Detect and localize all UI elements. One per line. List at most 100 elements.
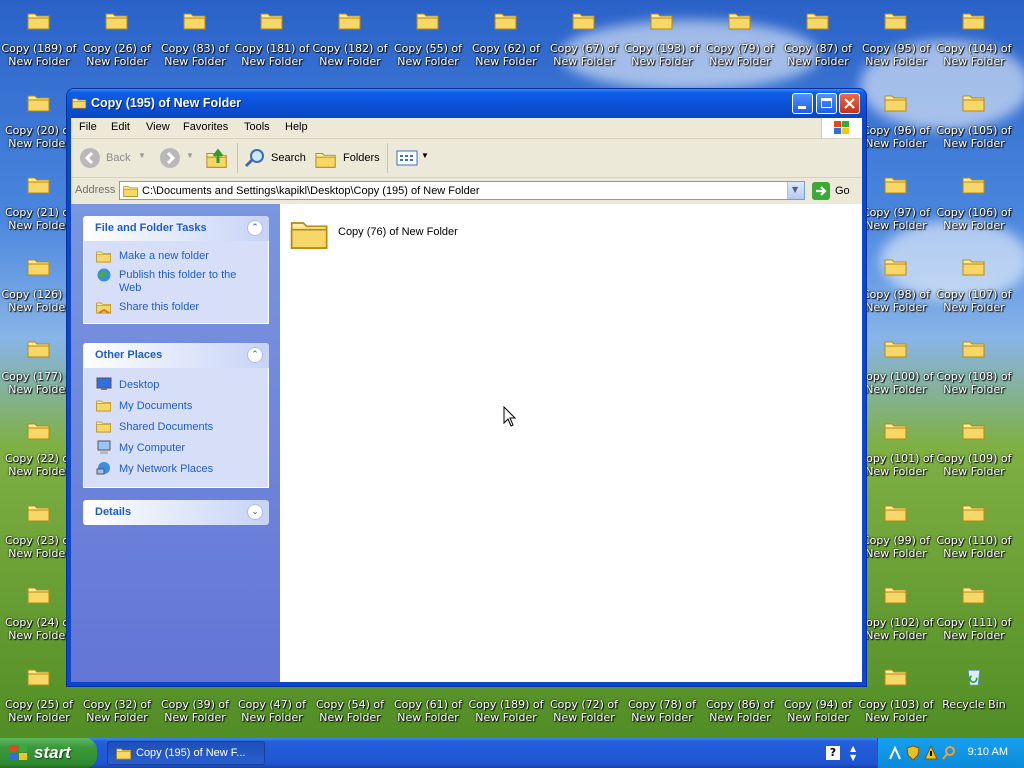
desktop-icon[interactable]: Copy (55) of New Folder — [389, 4, 467, 84]
my-computer-link[interactable]: My Computer — [84, 438, 268, 459]
menu-tools[interactable]: Tools — [244, 121, 270, 133]
desktop-icon[interactable]: Copy (109) of New Folder — [935, 414, 1013, 494]
back-button[interactable]: Back ▼ — [79, 147, 146, 169]
folder-icon — [116, 748, 132, 760]
desktop-link[interactable]: Desktop — [84, 375, 268, 396]
warning-icon[interactable] — [924, 745, 938, 761]
up-folder-button[interactable] — [206, 147, 230, 169]
share-folder-link[interactable]: Share this folder — [84, 298, 268, 317]
desktop-icon[interactable]: Copy (87) of New Folder — [779, 4, 857, 84]
folder-icon — [962, 502, 986, 522]
desktop-icon[interactable]: Copy (96) of New Folder — [857, 86, 935, 166]
folder-icon — [962, 92, 986, 112]
folder-item-label[interactable]: Copy (76) of New Folder — [338, 226, 458, 238]
desktop-icon[interactable]: Copy (101) of New Folder — [857, 414, 935, 494]
folder-content[interactable]: Copy (76) of New Folder — [280, 204, 862, 682]
address-dropdown-button[interactable]: ▼ — [787, 182, 804, 199]
window-title: Copy (195) of New Folder — [91, 96, 242, 110]
panel-header[interactable]: Other Places ⌃ — [83, 343, 269, 368]
folder-icon — [806, 10, 830, 30]
views-button[interactable]: ▼ — [395, 147, 429, 169]
minimize-button[interactable] — [792, 93, 813, 114]
panel-header[interactable]: File and Folder Tasks ⌃ — [83, 216, 269, 241]
desktop-icon[interactable]: Copy (26) of New Folder — [78, 4, 156, 84]
desktop-icon[interactable]: Copy (83) of New Folder — [156, 4, 234, 84]
desktop-icon[interactable]: Copy (105) of New Folder — [935, 86, 1013, 166]
shield-icon[interactable] — [906, 745, 920, 761]
publish-web-link[interactable]: Publish this folder to the Web — [84, 266, 268, 298]
folder-icon — [27, 666, 51, 686]
start-button[interactable]: start — [0, 738, 97, 768]
folder-icon — [27, 584, 51, 604]
collapse-icon[interactable]: ⌃ — [247, 347, 263, 363]
desktop-icon[interactable]: Copy (97) of New Folder — [857, 168, 935, 248]
desktop-icon[interactable]: Copy (111) of New Folder — [935, 578, 1013, 658]
network-icon — [96, 462, 110, 475]
folder-icon — [962, 174, 986, 194]
shared-documents-link[interactable]: Shared Documents — [84, 417, 268, 438]
folders-button[interactable]: Folders — [315, 147, 381, 169]
close-icon — [844, 98, 855, 109]
desktop-icon[interactable]: Copy (106) of New Folder — [935, 168, 1013, 248]
task-pane: File and Folder Tasks ⌃ Make a new folde… — [71, 204, 280, 682]
forward-button[interactable]: ▼ — [159, 147, 195, 169]
desktop-icon[interactable]: Copy (107) of New Folder — [935, 250, 1013, 330]
desktop-icon[interactable]: Copy (95) of New Folder — [857, 4, 935, 84]
menu-edit[interactable]: Edit — [111, 121, 130, 133]
folder-icon — [27, 502, 51, 522]
expand-tray-icon[interactable]: ▲ ▼ — [850, 744, 856, 762]
menu-help[interactable]: Help — [285, 121, 308, 133]
menu-favorites[interactable]: Favorites — [183, 121, 228, 133]
folder-icon — [72, 96, 87, 109]
close-button[interactable] — [839, 93, 860, 114]
title-bar[interactable]: Copy (195) of New Folder — [67, 89, 866, 118]
desktop-icon[interactable]: Copy (110) of New Folder — [935, 496, 1013, 576]
desktop-icon[interactable]: Copy (193) of New Folder — [623, 4, 701, 84]
menu-view[interactable]: View — [146, 121, 170, 133]
desktop-icon-label: Copy (96) of New Folder — [861, 124, 931, 150]
globe-icon — [97, 268, 111, 282]
desktop-icon[interactable]: Copy (104) of New Folder — [935, 4, 1013, 84]
help-icon[interactable]: ? — [826, 746, 840, 760]
maximize-button[interactable] — [816, 93, 837, 114]
make-new-folder-link[interactable]: Make a new folder — [84, 247, 268, 266]
my-documents-link[interactable]: My Documents — [84, 396, 268, 417]
desktop-icon-label: Copy (97) of New Folder — [861, 206, 931, 232]
collapse-icon[interactable]: ⌃ — [247, 220, 263, 236]
desktop-icon-label: Copy (54) of New Folder — [315, 698, 385, 724]
address-input[interactable]: C:\Documents and Settings\kapikl\Desktop… — [119, 181, 805, 200]
address-label: Address — [75, 184, 116, 196]
other-places-panel: Other Places ⌃ Desktop My Documents Shar… — [83, 343, 269, 488]
desktop-icon[interactable]: Copy (102) of New Folder — [857, 578, 935, 658]
network-tray-icon[interactable] — [888, 745, 902, 761]
desktop-icon[interactable]: Copy (100) of New Folder — [857, 332, 935, 412]
go-button[interactable]: Go — [812, 182, 850, 200]
folder-icon[interactable] — [290, 214, 330, 252]
taskbar-window-button[interactable]: Copy (195) of New F... — [107, 741, 265, 765]
search-tray-icon[interactable] — [942, 745, 956, 761]
folder-icon — [27, 174, 51, 194]
menu-bar: File Edit View Favorites Tools Help — [71, 118, 862, 139]
desktop-icon[interactable]: Copy (79) of New Folder — [701, 4, 779, 84]
desktop-icon[interactable]: Copy (189) of New Folder — [0, 4, 78, 84]
desktop-icon[interactable]: Copy (182) of New Folder — [311, 4, 389, 84]
recycle-bin[interactable]: Recycle Bin — [935, 660, 1013, 740]
new-folder-icon — [96, 251, 112, 263]
folder-icon — [884, 92, 908, 112]
desktop-icon[interactable]: Copy (108) of New Folder — [935, 332, 1013, 412]
desktop-icon[interactable]: Copy (99) of New Folder — [857, 496, 935, 576]
menu-file[interactable]: File — [79, 121, 97, 133]
desktop-icon[interactable]: Copy (62) of New Folder — [467, 4, 545, 84]
desktop-icon-label: Copy (101) of New Folder — [858, 452, 934, 478]
desktop-icon-label: Copy (26) of New Folder — [82, 42, 152, 68]
desktop-icon[interactable]: Copy (67) of New Folder — [545, 4, 623, 84]
desktop-icon[interactable]: Copy (98) of New Folder — [857, 250, 935, 330]
panel-header[interactable]: Details ⌄ — [83, 500, 269, 525]
desktop-icon[interactable]: Copy (181) of New Folder — [233, 4, 311, 84]
expand-icon[interactable]: ⌄ — [247, 504, 263, 520]
desktop-icon[interactable]: Copy (103) of New Folder — [857, 660, 935, 740]
file-folder-tasks-panel: File and Folder Tasks ⌃ Make a new folde… — [83, 216, 269, 324]
clock[interactable]: 9:10 AM — [968, 746, 1008, 758]
search-button[interactable]: Search — [243, 147, 309, 169]
my-network-places-link[interactable]: My Network Places — [84, 459, 268, 480]
